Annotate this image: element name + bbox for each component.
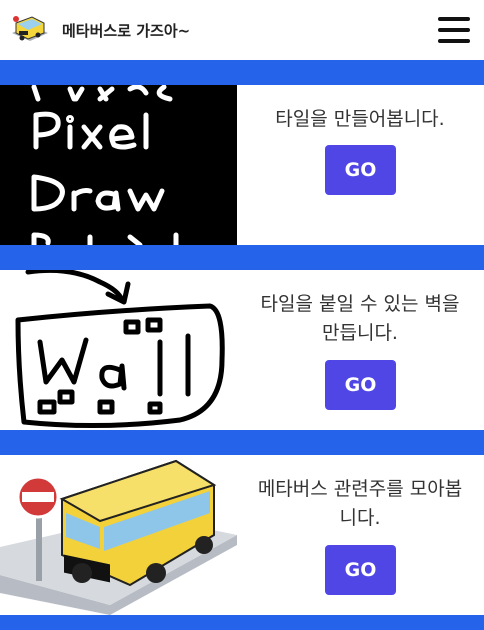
card-description: 메타버스 관련주를 모아봅니다. [257, 478, 463, 529]
menu-bar [438, 17, 470, 21]
card-description: 타일을 붙일 수 있는 벽을 만듭니다. [260, 293, 460, 344]
card-tile-maker: 타일을 만들어봅니다. GO [0, 85, 484, 245]
go-button[interactable]: GO [325, 145, 396, 195]
brand-title[interactable]: 메타버스로 가즈아~ [62, 20, 190, 41]
menu-bar [438, 28, 470, 32]
section-divider [0, 615, 484, 630]
go-button[interactable]: GO [325, 360, 396, 410]
bus-thumbnail [0, 455, 237, 615]
pixel-draw-thumbnail [0, 85, 237, 245]
go-button[interactable]: GO [325, 545, 396, 595]
bus-logo-icon[interactable] [10, 11, 50, 49]
app-header: 메타버스로 가즈아~ [0, 0, 484, 60]
section-divider [0, 245, 484, 270]
section-divider [0, 430, 484, 455]
menu-bar [438, 39, 470, 43]
section-divider [0, 60, 484, 85]
card-description: 타일을 만들어봅니다. [275, 108, 445, 130]
card-metaverse-stocks: 메타버스 관련주를 모아봅니다. GO [0, 455, 484, 615]
card-wall-maker: 타일을 붙일 수 있는 벽을 만듭니다. GO [0, 270, 484, 430]
hamburger-menu-icon[interactable] [438, 17, 470, 43]
wall-thumbnail [0, 270, 237, 430]
